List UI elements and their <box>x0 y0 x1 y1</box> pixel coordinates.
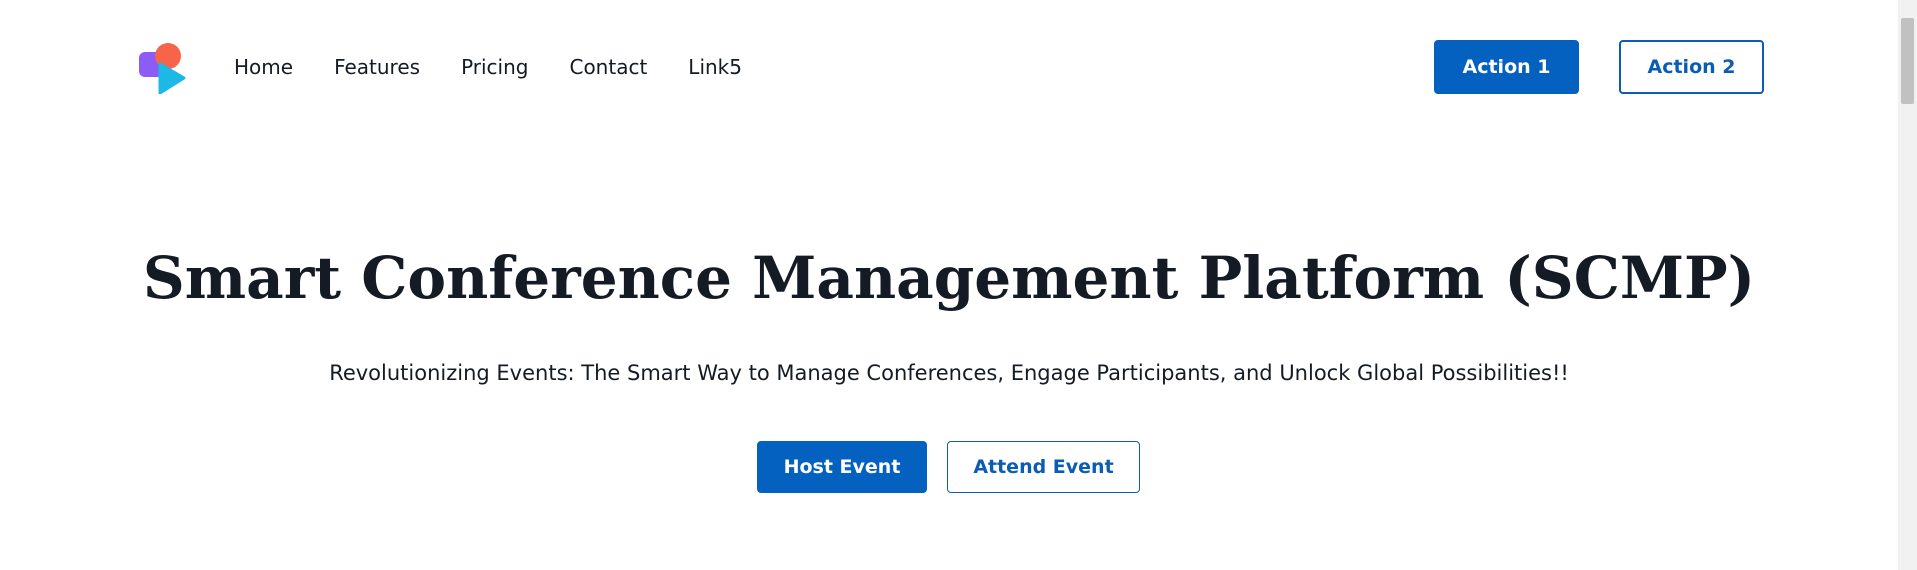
nav-links: Home Features Pricing Contact Link5 <box>234 51 783 83</box>
hero-title: Smart Conference Management Platform (SC… <box>142 244 1756 312</box>
host-event-button[interactable]: Host Event <box>757 441 927 493</box>
brand-logo-icon[interactable] <box>138 42 188 95</box>
nav-link-features[interactable]: Features <box>334 51 420 83</box>
scrollbar-thumb[interactable] <box>1901 18 1914 104</box>
nav-link-pricing[interactable]: Pricing <box>461 51 528 83</box>
attend-event-button[interactable]: Attend Event <box>947 441 1140 493</box>
page: Home Features Pricing Contact Link5 Acti… <box>0 0 1917 570</box>
hero-subtitle: Revolutionizing Events: The Smart Way to… <box>329 361 1569 385</box>
vertical-scrollbar[interactable] <box>1898 0 1917 570</box>
navbar: Home Features Pricing Contact Link5 Acti… <box>0 0 1898 132</box>
action-2-button[interactable]: Action 2 <box>1619 40 1764 94</box>
action-1-button[interactable]: Action 1 <box>1434 40 1579 94</box>
nav-link-home[interactable]: Home <box>234 51 293 83</box>
nav-link-link5[interactable]: Link5 <box>688 51 742 83</box>
nav-link-contact[interactable]: Contact <box>569 51 647 83</box>
